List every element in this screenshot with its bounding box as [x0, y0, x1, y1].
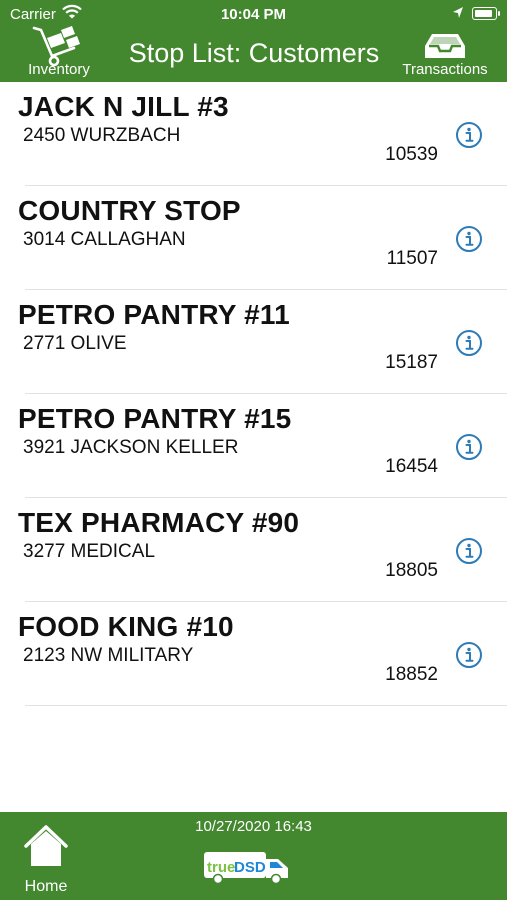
customer-number: 11507 — [386, 248, 438, 269]
customer-name: JACK N JILL #3 — [18, 91, 229, 122]
transactions-label: Transactions — [402, 61, 488, 78]
customer-number: 18852 — [385, 664, 438, 685]
top-navigation-bar: Carrier 10:04 PM Inventory Stop List: Cu… — [0, 0, 507, 82]
customer-address: 3277 MEDICAL — [23, 541, 156, 562]
customer-address: 2450 WURZBACH — [23, 125, 181, 146]
customer-address: 2123 NW MILITARY — [23, 645, 194, 666]
sync-timestamp: 10/27/2020 16:43 — [195, 818, 312, 835]
customer-number: 16454 — [385, 456, 438, 477]
customer-row[interactable]: JACK N JILL #3 2450 WURZBACH 10539 — [0, 82, 507, 186]
location-arrow-icon — [453, 7, 463, 18]
customer-number: 18805 — [385, 560, 438, 581]
customer-row[interactable]: COUNTRY STOP 3014 CALLAGHAN 11507 — [0, 186, 507, 290]
customer-address: 3014 CALLAGHAN — [23, 229, 186, 250]
customer-address: 3921 JACKSON KELLER — [23, 437, 239, 458]
info-circle-icon[interactable] — [455, 329, 483, 357]
logo-text-dsd: DSD — [234, 859, 266, 876]
customer-number: 15187 — [385, 352, 438, 373]
customer-name: PETRO PANTRY #15 — [18, 403, 292, 434]
truedsd-logo: true DSD — [204, 852, 288, 884]
info-circle-icon[interactable] — [455, 121, 483, 149]
inbox-tray-icon — [425, 34, 465, 58]
customer-name: TEX PHARMACY #90 — [18, 507, 300, 538]
battery-level-fill — [474, 9, 492, 17]
customer-row[interactable]: PETRO PANTRY #15 3921 JACKSON KELLER 164… — [0, 394, 507, 498]
customer-name: PETRO PANTRY #11 — [18, 299, 290, 330]
customer-row[interactable]: FOOD KING #10 2123 NW MILITARY 18852 — [0, 602, 507, 706]
info-circle-icon[interactable] — [455, 537, 483, 565]
inventory-button[interactable]: Inventory — [16, 24, 102, 80]
info-circle-icon[interactable] — [455, 433, 483, 461]
status-time: 10:04 PM — [220, 6, 287, 23]
customer-stop-list: JACK N JILL #3 2450 WURZBACH 10539 COUNT… — [0, 82, 507, 706]
inventory-label: Inventory — [28, 61, 90, 78]
transactions-button[interactable]: Transactions — [394, 30, 496, 80]
logo-text-true: true — [207, 859, 235, 876]
info-circle-icon[interactable] — [455, 225, 483, 253]
battery-icon — [472, 7, 500, 20]
customer-row[interactable]: PETRO PANTRY #11 2771 OLIVE 15187 — [0, 290, 507, 394]
bottom-toolbar: Home 10/27/2020 16:43 true DSD — [0, 812, 507, 900]
customer-name: FOOD KING #10 — [18, 611, 234, 642]
home-label: Home — [24, 878, 68, 895]
customer-number: 10539 — [385, 144, 438, 165]
customer-row[interactable]: TEX PHARMACY #90 3277 MEDICAL 18805 — [0, 498, 507, 602]
customer-address: 2771 OLIVE — [23, 333, 127, 354]
page-title: Stop List: Customers — [128, 38, 380, 68]
info-circle-icon[interactable] — [455, 641, 483, 669]
customer-name: COUNTRY STOP — [18, 195, 241, 226]
